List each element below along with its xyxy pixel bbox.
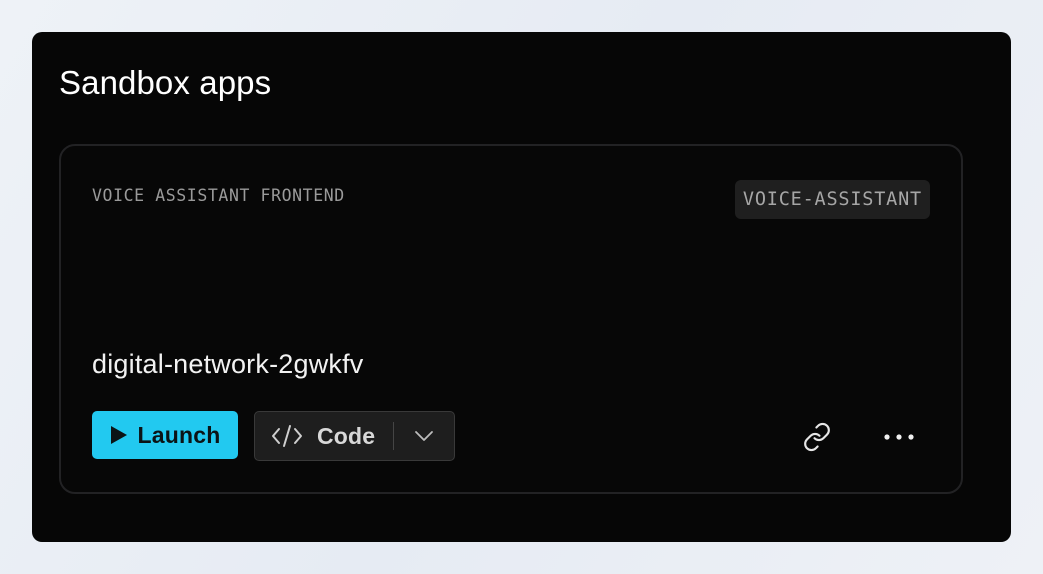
- launch-button[interactable]: Launch: [92, 411, 238, 459]
- code-button[interactable]: Code: [255, 412, 393, 460]
- code-brackets-icon: [271, 424, 303, 448]
- play-icon: [110, 425, 128, 445]
- more-horizontal-icon: [883, 433, 915, 441]
- more-options-button[interactable]: [879, 420, 919, 454]
- code-label: Code: [317, 422, 376, 449]
- sandbox-app-card: VOICE ASSISTANT FRONTEND VOICE-ASSISTANT…: [59, 144, 963, 494]
- code-dropdown-button[interactable]: [394, 412, 454, 460]
- launch-label: Launch: [137, 421, 221, 448]
- chevron-down-icon: [414, 430, 434, 442]
- sandbox-apps-panel: Sandbox apps VOICE ASSISTANT FRONTEND VO…: [32, 32, 1011, 542]
- template-tag-badge: VOICE-ASSISTANT: [734, 180, 930, 219]
- code-button-group: Code: [254, 411, 455, 461]
- app-name: digital-network-2gwkfv: [92, 349, 364, 379]
- copy-link-button[interactable]: [800, 420, 834, 454]
- link-icon: [802, 422, 832, 452]
- panel-title: Sandbox apps: [59, 64, 272, 101]
- app-template-subtitle: VOICE ASSISTANT FRONTEND: [92, 186, 345, 205]
